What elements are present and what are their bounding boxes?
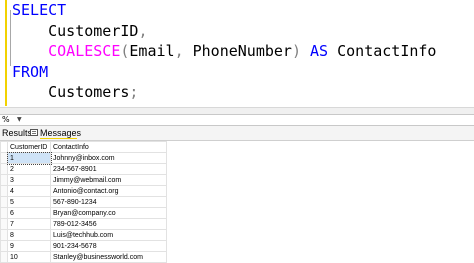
tab-messages-underline (40, 138, 77, 139)
code-token: SELECT (12, 1, 67, 19)
table-row[interactable]: 1 Johnny@inbox.com (0, 151, 167, 165)
code-token: COALESCE (48, 42, 121, 60)
row-header[interactable] (0, 251, 8, 263)
code-token: , (174, 42, 184, 60)
row-header[interactable] (0, 207, 8, 219)
cell-customerid[interactable]: 4 (7, 185, 51, 197)
code-line[interactable]: CustomerID, (12, 21, 436, 42)
tab-results-label: Results (2, 128, 33, 138)
code-token: PhoneNumber (183, 42, 292, 60)
cell-customerid[interactable]: 7 (7, 218, 51, 230)
zoom-value: % (2, 115, 10, 124)
code-line[interactable]: Customers; (12, 82, 436, 103)
cell-contactinfo[interactable]: 234-567-8901 (50, 163, 167, 175)
table-row[interactable]: 10 Stanley@businessworld.com (0, 251, 167, 263)
zoom-dropdown[interactable]: % (0, 115, 28, 125)
code-token: , (138, 21, 148, 40)
code-token: CustomerID (12, 21, 139, 40)
cell-contactinfo[interactable]: Antonio@contact.org (50, 185, 167, 197)
outline-collapse-line (10, 10, 11, 66)
cell-contactinfo[interactable]: Luis@techhub.com (50, 229, 167, 241)
table-row[interactable]: 3 Jimmy@webmail.com (0, 174, 167, 186)
cell-customerid[interactable]: 9 (7, 240, 51, 252)
table-row[interactable]: 8 Luis@techhub.com (0, 229, 167, 241)
row-header-corner[interactable] (0, 141, 8, 153)
change-tracking-bar (5, 0, 7, 106)
editor-horizontal-scrollbar[interactable] (0, 107, 474, 114)
row-header[interactable] (0, 174, 8, 186)
query-editor[interactable]: SELECT CustomerID, COALESCE(Email, Phone… (0, 0, 474, 114)
column-header-contactinfo[interactable]: ContactInfo (50, 141, 167, 153)
row-header[interactable] (0, 240, 8, 252)
results-grid[interactable]: CustomerID ContactInfo 1 Johnny@inbox.com… (0, 141, 474, 263)
code-token: Email (129, 42, 175, 60)
table-row[interactable]: 6 Bryan@company.co (0, 207, 167, 219)
code-token: ContactInfo (328, 42, 437, 60)
sql-code[interactable]: SELECT CustomerID, COALESCE(Email, Phone… (12, 0, 436, 103)
table-row[interactable]: 7 789-012-3456 (0, 218, 167, 230)
row-header[interactable] (0, 229, 8, 241)
header-row: CustomerID ContactInfo (0, 141, 167, 153)
editor-status-strip: % ▼ (0, 114, 474, 126)
row-header[interactable] (0, 152, 8, 164)
table-row[interactable]: 4 Antonio@contact.org (0, 185, 167, 197)
tab-results[interactable]: Results (2, 126, 32, 140)
cell-contactinfo[interactable]: 567-890-1234 (50, 196, 167, 208)
cell-customerid[interactable]: 6 (7, 207, 51, 219)
cell-contactinfo[interactable]: Johnny@inbox.com (50, 152, 167, 164)
code-token: Customers (12, 83, 130, 101)
table-row[interactable]: 5 567-890-1234 (0, 196, 167, 208)
chevron-down-icon[interactable]: ▼ (17, 115, 22, 125)
messages-icon (30, 129, 38, 136)
cell-contactinfo[interactable]: Jimmy@webmail.com (50, 174, 167, 186)
code-token: FROM (12, 62, 49, 81)
cell-customerid[interactable]: 5 (7, 196, 51, 208)
cell-customerid[interactable]: 1 (6, 151, 52, 165)
code-token: ) (291, 42, 301, 60)
results-table[interactable]: CustomerID ContactInfo 1 Johnny@inbox.com… (0, 141, 167, 263)
code-token: AS (310, 42, 329, 60)
row-header[interactable] (0, 185, 8, 197)
cell-contactinfo[interactable]: Stanley@businessworld.com (50, 251, 167, 263)
code-token: ; (129, 83, 139, 101)
cell-customerid[interactable]: 2 (7, 163, 51, 175)
results-tabs: Results Messages (0, 126, 474, 141)
table-row[interactable]: 2 234-567-8901 (0, 163, 167, 175)
cell-customerid[interactable]: 8 (7, 229, 51, 241)
cell-contactinfo[interactable]: 789-012-3456 (50, 218, 167, 230)
code-line[interactable]: FROM (12, 62, 436, 83)
row-header[interactable] (0, 196, 8, 208)
table-row[interactable]: 9 901-234-5678 (0, 240, 167, 252)
cell-customerid[interactable]: 3 (7, 174, 51, 186)
column-header-customerid[interactable]: CustomerID (7, 141, 51, 153)
cell-contactinfo[interactable]: 901-234-5678 (50, 240, 167, 252)
cell-contactinfo[interactable]: Bryan@company.co (50, 207, 167, 219)
row-header[interactable] (0, 163, 8, 175)
code-line[interactable]: COALESCE(Email, PhoneNumber) AS ContactI… (12, 41, 436, 62)
cell-customerid[interactable]: 10 (7, 251, 51, 263)
row-header[interactable] (0, 218, 8, 230)
code-line[interactable]: SELECT (12, 0, 436, 21)
